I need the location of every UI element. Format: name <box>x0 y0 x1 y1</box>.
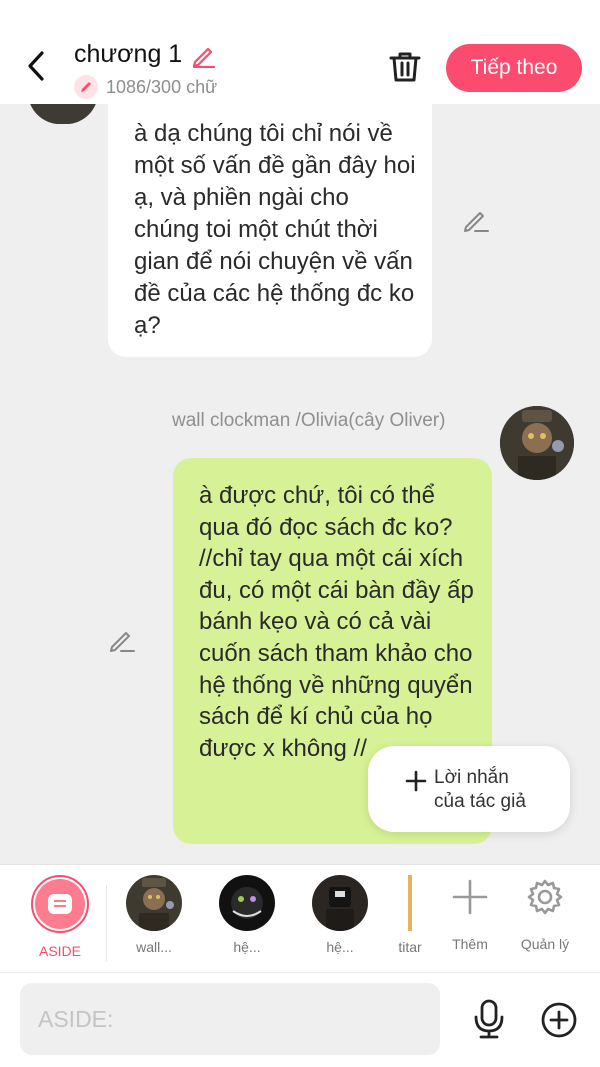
message-bubble-left[interactable]: à dạ chúng tôi chỉ nói về một số vấn đề … <box>108 104 432 357</box>
avatar[interactable] <box>28 104 98 124</box>
trash-icon <box>389 52 421 82</box>
character-bar: ASIDE wall... hệ... hệ... titar Thêm Quả… <box>0 864 600 972</box>
character-label: ASIDE <box>38 943 81 959</box>
character-label: wall... <box>136 939 172 955</box>
top-bar: chương 1 1086/300 chữ Tiếp theo <box>0 0 600 104</box>
microphone-icon <box>474 999 504 1039</box>
character-aside[interactable]: ASIDE <box>25 875 95 959</box>
gear-icon <box>527 879 563 915</box>
avatar[interactable] <box>500 406 574 480</box>
edit-icon[interactable] <box>462 206 490 234</box>
sender-name: wall clockman /Olivia(cây Oliver) <box>172 410 446 431</box>
avatar <box>126 875 182 931</box>
chevron-left-icon <box>28 51 44 81</box>
author-note-label: Lời nhắn của tác giả <box>434 767 526 812</box>
message-input[interactable] <box>20 983 440 1055</box>
character-he-2[interactable]: hệ... <box>305 875 375 955</box>
chat-area[interactable]: à dạ chúng tôi chỉ nói về một số vấn đề … <box>0 104 600 864</box>
manage-characters-button[interactable]: Quản lý <box>510 877 580 952</box>
plus-circle-icon <box>541 1002 577 1038</box>
chat-bubble-icon <box>48 894 72 914</box>
character-he-1[interactable]: hệ... <box>212 875 282 955</box>
pencil-badge-icon <box>74 75 98 99</box>
back-button[interactable] <box>18 46 54 86</box>
character-label: titar <box>398 939 422 955</box>
pencil-icon[interactable] <box>190 42 216 68</box>
chapter-title[interactable]: chương 1 <box>74 40 182 69</box>
add-media-button[interactable] <box>540 1001 578 1039</box>
next-button[interactable]: Tiếp theo <box>446 44 582 92</box>
avatar <box>219 875 275 931</box>
delete-button[interactable] <box>386 48 424 86</box>
character-titan[interactable]: titar <box>390 875 430 955</box>
manage-label: Quản lý <box>520 936 570 952</box>
character-label: hệ... <box>326 939 354 955</box>
avatar <box>312 875 368 931</box>
author-note-button[interactable]: Lời nhắn của tác giả <box>368 746 570 832</box>
avatar <box>408 875 412 931</box>
add-character-button[interactable]: Thêm <box>435 877 505 952</box>
character-label: hệ... <box>233 939 261 955</box>
divider <box>106 885 107 961</box>
word-count: 1086/300 chữ <box>106 76 218 97</box>
character-wall-clockman[interactable]: wall... <box>119 875 189 955</box>
plus-icon <box>452 879 488 915</box>
edit-icon[interactable] <box>108 626 136 654</box>
input-bar <box>0 972 600 1067</box>
chapter-title-block: chương 1 1086/300 chữ <box>74 40 217 99</box>
aside-avatar <box>31 875 89 933</box>
add-label: Thêm <box>452 936 488 952</box>
voice-input-button[interactable] <box>470 999 508 1039</box>
plus-icon <box>405 770 427 792</box>
